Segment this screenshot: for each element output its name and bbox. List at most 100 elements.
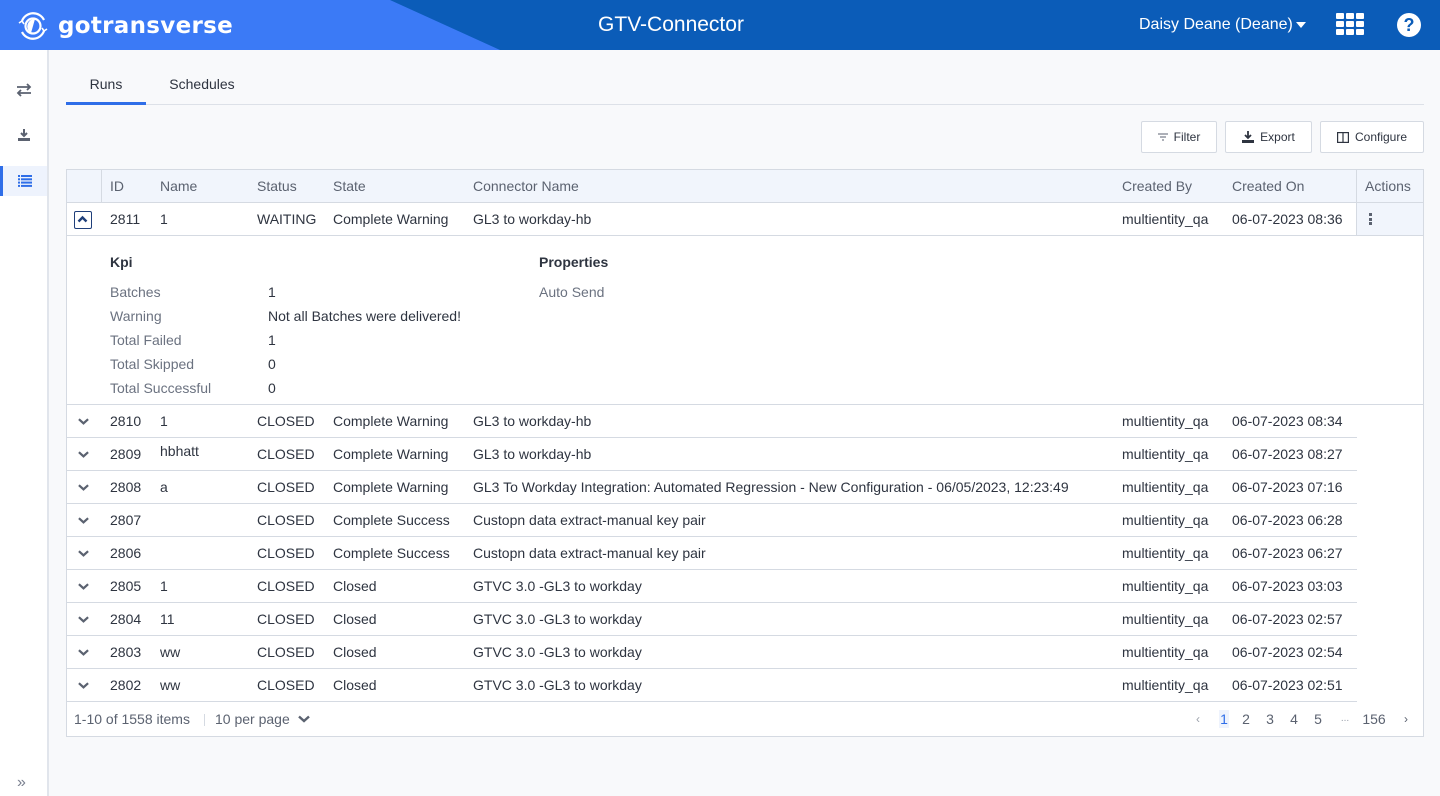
tab-schedules[interactable]: Schedules xyxy=(160,66,244,105)
cell-id: 2803 xyxy=(110,644,142,660)
sidebar-expand-icon[interactable]: » xyxy=(17,774,26,792)
cell-status: CLOSED xyxy=(257,611,315,627)
cell-name: 1 xyxy=(160,413,168,429)
expand-row-chevron-icon[interactable] xyxy=(78,449,89,460)
runs-table: ID Name Status State Connector Name Crea… xyxy=(66,169,1424,737)
column-header-status[interactable]: Status xyxy=(257,170,297,202)
prev-page-button[interactable]: ‹ xyxy=(1193,710,1203,728)
expand-row-chevron-icon[interactable] xyxy=(78,614,89,625)
cell-id: 2808 xyxy=(110,479,142,495)
table-row[interactable]: 2810 1 CLOSED Complete Warning GL3 to workda… xyxy=(67,405,1357,438)
footer-divider xyxy=(204,714,205,726)
more-actions-icon[interactable] xyxy=(1369,213,1372,225)
column-header-created-by[interactable]: Created By xyxy=(1122,170,1192,202)
table-row[interactable]: 2809 hbhatt CLOSED Complete Warning GL3 to w… xyxy=(67,438,1357,471)
page-1[interactable]: 1 xyxy=(1219,710,1229,728)
cell-created-by: multientity_qa xyxy=(1122,578,1209,594)
kpi-value: 0 xyxy=(268,356,276,372)
collapse-row-button[interactable] xyxy=(74,211,92,229)
filter-label: Filter xyxy=(1173,130,1201,144)
cell-created-by: multientity_qa xyxy=(1122,611,1209,627)
cell-name: hbhatt xyxy=(160,443,199,459)
cell-name: 11 xyxy=(160,611,175,627)
apps-grid-icon[interactable] xyxy=(1336,13,1364,37)
cell-connector-name: GL3 to workday-hb xyxy=(473,413,592,429)
cell-id: 2807 xyxy=(110,512,142,528)
expand-row-chevron-icon[interactable] xyxy=(78,647,89,658)
next-page-button[interactable]: › xyxy=(1401,710,1411,728)
kpi-label: Warning xyxy=(110,308,162,324)
expand-row-chevron-icon[interactable] xyxy=(78,515,89,526)
cell-connector-name: GL3 to workday-hb xyxy=(473,211,592,227)
cell-status: WAITING xyxy=(257,211,317,227)
page-ellipsis[interactable]: ... xyxy=(1337,710,1353,728)
chevron-up-icon xyxy=(77,215,88,223)
cell-status: CLOSED xyxy=(257,512,315,528)
page-3[interactable]: 3 xyxy=(1265,710,1275,728)
expand-row-chevron-icon[interactable] xyxy=(78,416,89,427)
table-row[interactable]: 2802 ww CLOSED Closed GTVC 3.0 -GL3 to workd… xyxy=(67,669,1357,702)
kpi-value: 1 xyxy=(268,284,276,300)
table-row[interactable]: 2805 1 CLOSED Closed GTVC 3.0 -GL3 to workda… xyxy=(67,570,1357,603)
sidebar-item-list[interactable] xyxy=(0,166,47,196)
tab-runs[interactable]: Runs xyxy=(66,66,146,105)
cell-created-by: multientity_qa xyxy=(1122,677,1209,693)
expand-row-chevron-icon[interactable] xyxy=(78,482,89,493)
column-header-name[interactable]: Name xyxy=(160,170,197,202)
cell-connector-name: GTVC 3.0 -GL3 to workday xyxy=(473,611,642,627)
top-bar: gotransverse GTV-Connector Daisy Deane (… xyxy=(0,0,1440,50)
cell-state: Complete Success xyxy=(333,512,450,528)
sidebar-item-download[interactable] xyxy=(0,120,47,150)
tab-bar: Runs Schedules xyxy=(66,66,1424,105)
cell-created-by: multientity_qa xyxy=(1122,512,1209,528)
cell-state: Complete Warning xyxy=(333,479,449,495)
column-header-connector-name[interactable]: Connector Name xyxy=(473,170,579,202)
pagination-info: 1-10 of 1558 items xyxy=(74,711,190,727)
filter-button[interactable]: Filter xyxy=(1141,121,1217,153)
page-156[interactable]: 156 xyxy=(1361,710,1387,728)
download-icon xyxy=(17,129,30,141)
column-header-created-on[interactable]: Created On xyxy=(1232,170,1304,202)
cell-connector-name: GTVC 3.0 -GL3 to workday xyxy=(473,644,642,660)
cell-status: CLOSED xyxy=(257,644,315,660)
cell-connector-name: GL3 to workday-hb xyxy=(473,446,592,462)
filter-icon xyxy=(1157,133,1168,141)
caret-down-icon xyxy=(1295,22,1306,28)
per-page-select[interactable]: 10 per page xyxy=(215,711,310,727)
cell-state: Complete Warning xyxy=(333,211,449,227)
page-5[interactable]: 5 xyxy=(1313,710,1323,728)
cell-id: 2805 xyxy=(110,578,142,594)
cell-created-on: 06-07-2023 08:27 xyxy=(1232,446,1343,462)
export-label: Export xyxy=(1260,130,1295,144)
chevron-down-icon xyxy=(297,715,310,723)
table-row[interactable]: 2807 CLOSED Complete Success Custopn data e… xyxy=(67,504,1357,537)
cell-state: Complete Warning xyxy=(333,413,449,429)
page-4[interactable]: 4 xyxy=(1289,710,1299,728)
sidebar-item-transfer[interactable] xyxy=(0,75,47,105)
table-row[interactable]: 2803 ww CLOSED Closed GTVC 3.0 -GL3 to workd… xyxy=(67,636,1357,669)
expand-row-chevron-icon[interactable] xyxy=(78,548,89,559)
export-button[interactable]: Export xyxy=(1225,121,1312,153)
table-row[interactable]: 2811 1 WAITING Complete Warning GL3 to workd… xyxy=(67,203,1423,236)
column-header-state[interactable]: State xyxy=(333,170,366,202)
expand-row-chevron-icon[interactable] xyxy=(78,680,89,691)
cell-created-by: multientity_qa xyxy=(1122,479,1209,495)
configure-button[interactable]: Configure xyxy=(1320,121,1424,153)
cell-status: CLOSED xyxy=(257,446,315,462)
cell-created-on: 06-07-2023 07:16 xyxy=(1232,479,1343,495)
expand-row-chevron-icon[interactable] xyxy=(78,581,89,592)
cell-name: 1 xyxy=(160,578,168,594)
page-2[interactable]: 2 xyxy=(1241,710,1251,728)
table-row[interactable]: 2806 CLOSED Complete Success Custopn data e… xyxy=(67,537,1357,570)
column-header-id[interactable]: ID xyxy=(110,170,124,202)
user-menu[interactable]: Daisy Deane (Deane) xyxy=(1139,16,1306,34)
cell-id: 2806 xyxy=(110,545,142,561)
columns-icon xyxy=(1336,131,1349,143)
cell-connector-name: Custopn data extract-manual key pair xyxy=(473,545,706,561)
table-row[interactable]: 2804 11 CLOSED Closed GTVC 3.0 -GL3 to workd… xyxy=(67,603,1357,636)
table-row[interactable]: 2808 a CLOSED Complete Warning GL3 To Workda… xyxy=(67,471,1357,504)
cell-created-on: 06-07-2023 02:54 xyxy=(1232,644,1343,660)
help-icon[interactable]: ? xyxy=(1397,13,1421,37)
column-header-actions: Actions xyxy=(1365,178,1411,194)
cell-state: Closed xyxy=(333,611,377,627)
